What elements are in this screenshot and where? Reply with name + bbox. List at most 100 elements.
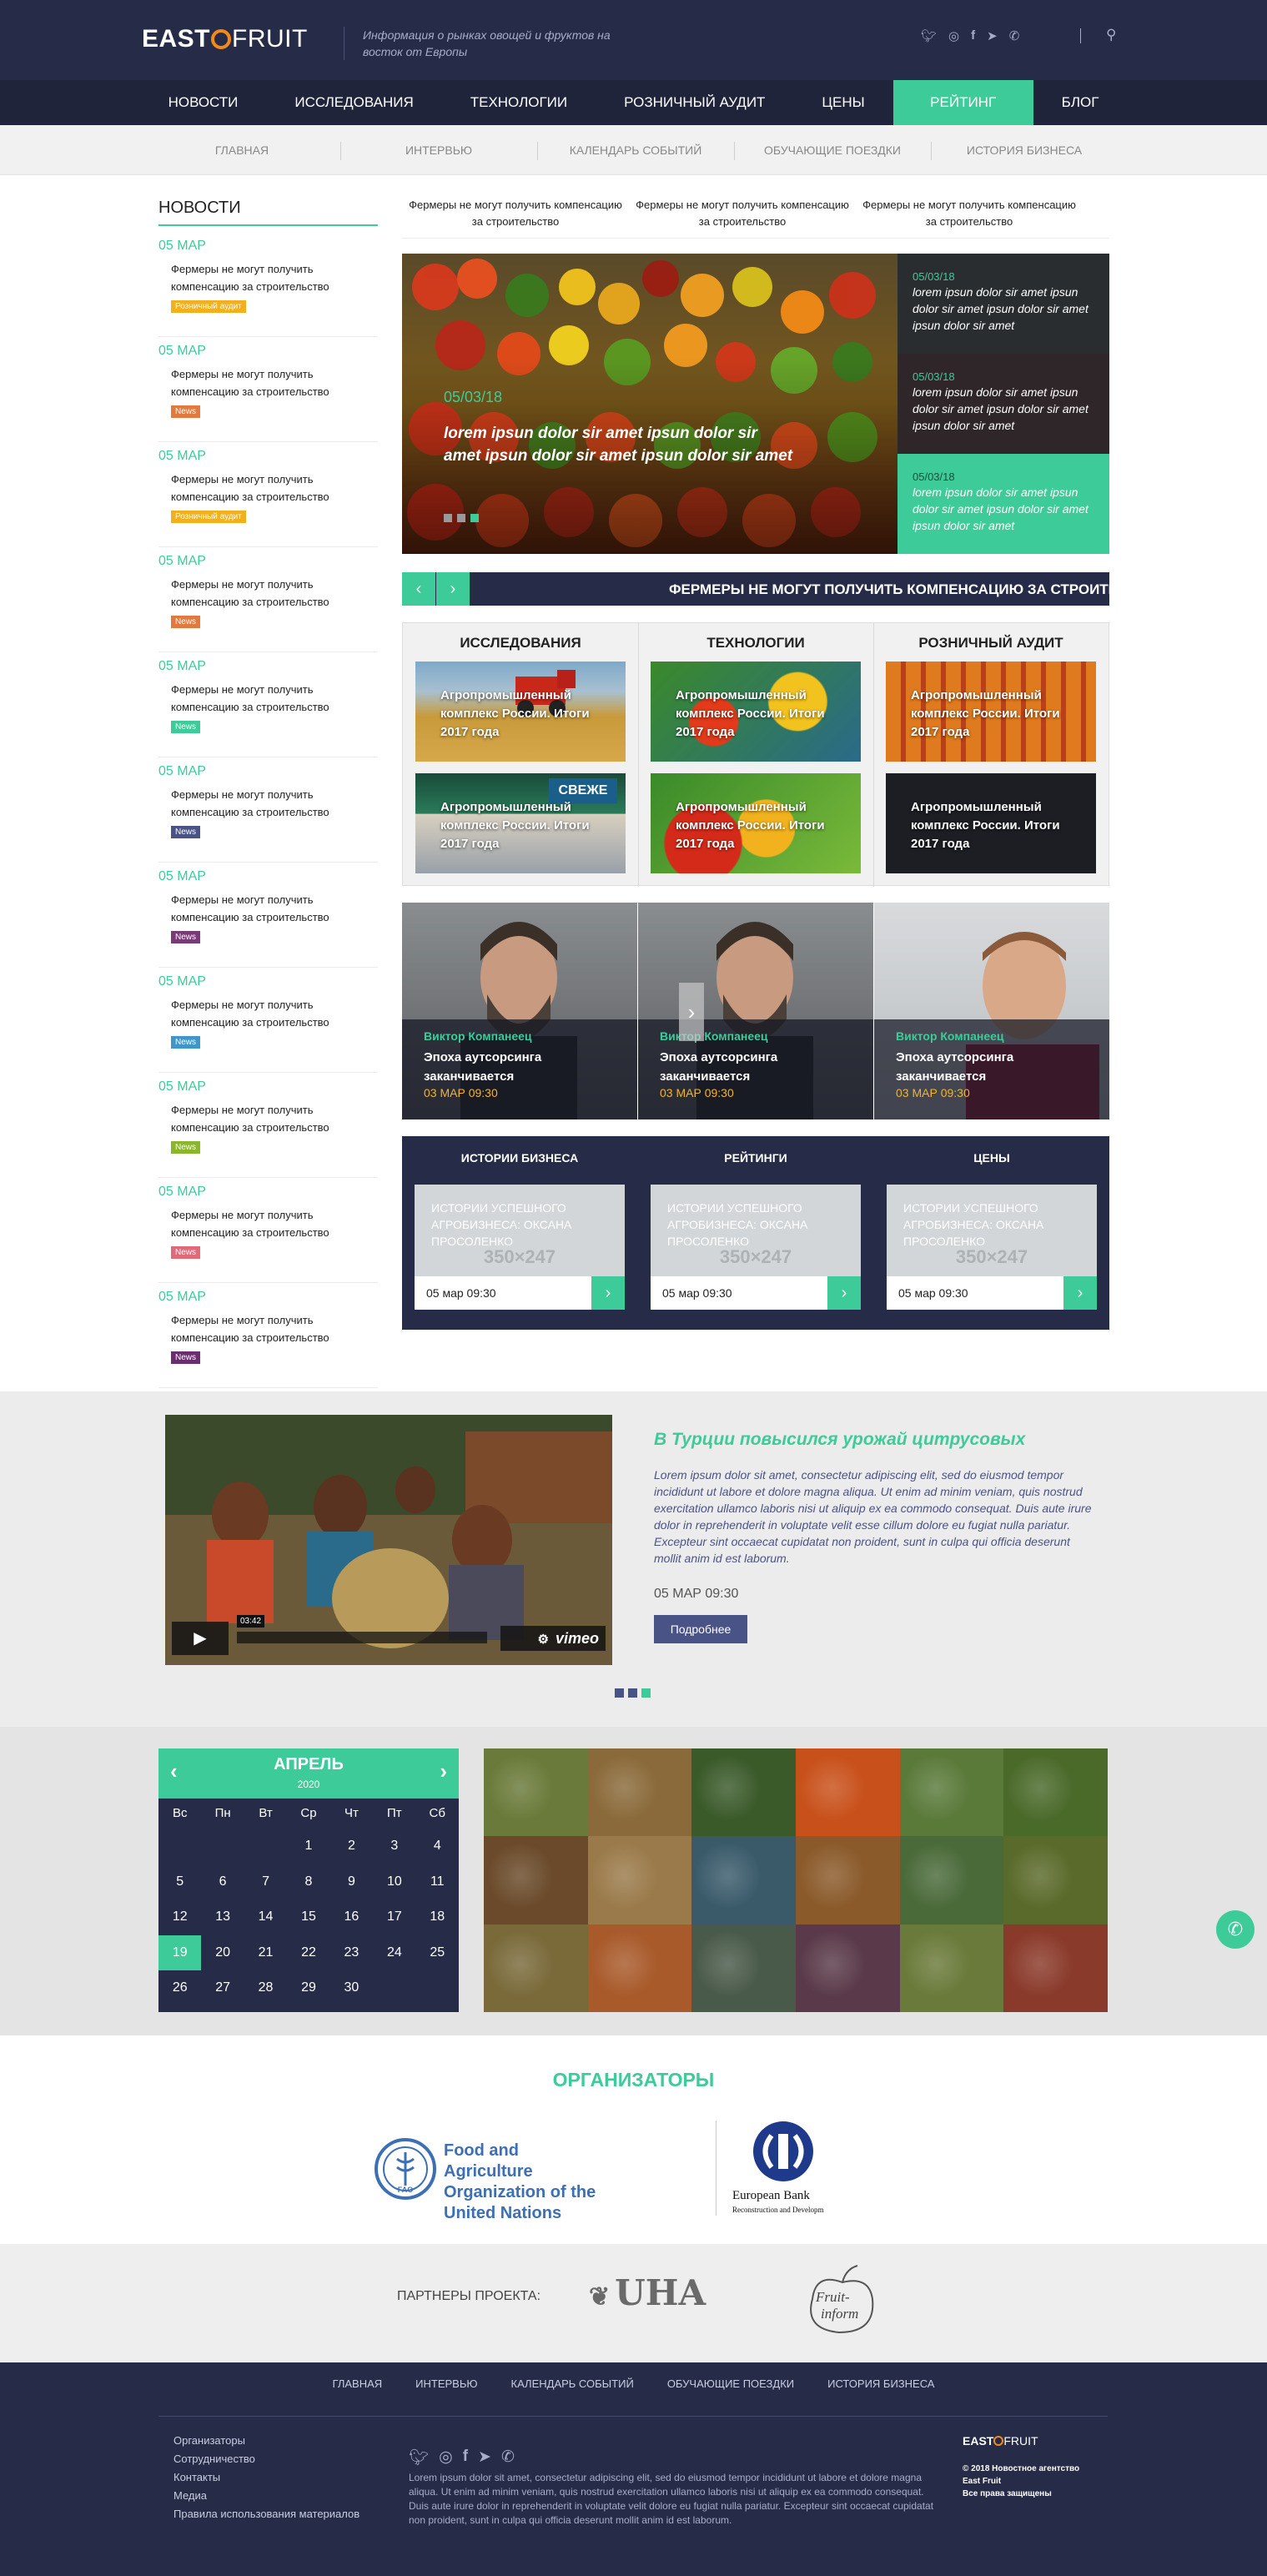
category-tile[interactable]: Агропромышленный комплекс России. Итоги … [651, 773, 861, 873]
news-category-badge[interactable]: News [171, 826, 201, 838]
news-category-badge[interactable]: News [171, 405, 201, 418]
featured-dot[interactable] [615, 1688, 624, 1698]
calendar-day[interactable]: 9 [330, 1864, 373, 1900]
footer-link-organizers[interactable]: Организаторы [173, 2434, 245, 2447]
featured-title[interactable]: В Турции повысился урожай цитрусовых [654, 1430, 1025, 1450]
card-arrow-button[interactable]: › [1063, 1276, 1097, 1310]
interview-title[interactable]: Эпоха аутсорсинга заканчивается [660, 1048, 860, 1086]
interview-next-arrow[interactable]: › [679, 983, 704, 1041]
card-arrow-button[interactable]: › [591, 1276, 625, 1310]
mosaic-photo[interactable] [899, 1748, 1004, 1837]
interview-name[interactable]: Виктор Компанеец [660, 1029, 768, 1043]
calendar-day[interactable]: 7 [244, 1864, 287, 1900]
facebook-icon[interactable]: f [971, 28, 975, 43]
mosaic-photo[interactable] [587, 1748, 692, 1837]
category-tile[interactable]: СВЕЖЕ Агропромышленный комплекс России. И… [415, 773, 626, 873]
fao-logo[interactable]: FAO Food and Agriculture Organization of… [374, 2136, 607, 2222]
calendar-day[interactable]: 24 [373, 1935, 415, 1971]
interview-title[interactable]: Эпоха аутсорсинга заканчивается [896, 1048, 1096, 1086]
business-stories-title[interactable]: ИСТОРИИ БИЗНЕСА [402, 1151, 637, 1165]
calendar-day[interactable]: 15 [287, 1899, 329, 1935]
mosaic-photo[interactable] [691, 1836, 796, 1924]
mosaic-photo[interactable] [691, 1924, 796, 2012]
slide-preview[interactable]: 05/03/18 lorem ipsun dolor sir amet ipsun… [897, 354, 1109, 454]
calendar-day[interactable]: 29 [287, 1970, 329, 2006]
category-tile[interactable]: Агропромышленный комплекс России. Итоги … [886, 662, 1096, 762]
calendar-day[interactable]: 27 [201, 1970, 244, 2006]
ticker-item[interactable]: Фермеры не могут получить компенсацию за… [629, 194, 856, 238]
news-item[interactable]: 05 МАР Фермеры не могут получить компенса… [158, 442, 378, 547]
news-item[interactable]: 05 МАР Фермеры не могут получить компенса… [158, 863, 378, 968]
news-item[interactable]: 05 МАР Фермеры не могут получить компенса… [158, 652, 378, 757]
calendar-day[interactable]: 22 [287, 1935, 329, 1971]
chevron-left-icon[interactable]: ‹ [170, 1758, 178, 1784]
mosaic-photo[interactable] [1003, 1836, 1108, 1924]
news-category-badge[interactable]: Розничный аудит [171, 511, 246, 523]
subnav-home[interactable]: ГЛАВНАЯ [143, 143, 340, 157]
instagram-icon[interactable]: ◎ [948, 28, 959, 43]
mosaic-photo[interactable] [484, 1836, 588, 1924]
news-category-badge[interactable]: News [171, 931, 201, 943]
slide-title[interactable]: lorem ipsun dolor sir amet ipsun dolor s… [444, 422, 794, 467]
uha-logo[interactable]: ❦ UHA [589, 2272, 706, 2313]
news-item[interactable]: 05 МАР Фермеры не могут получить компенса… [158, 1073, 378, 1178]
nav-news[interactable]: НОВОСТИ [140, 80, 267, 125]
telegram-icon[interactable]: ➤ [987, 28, 998, 43]
calendar-day[interactable]: 4 [416, 1829, 459, 1864]
twitter-icon[interactable]: 🐦︎ [921, 28, 937, 43]
news-title[interactable]: Фермеры не могут получить компенсацию за… [171, 786, 367, 821]
news-item[interactable]: 05 МАР Фермеры не могут получить компенса… [158, 1283, 378, 1388]
main-slider[interactable]: 05/03/18 lorem ipsun dolor sir amet ipsu… [402, 254, 1109, 554]
business-card[interactable]: ИСТОРИИ УСПЕШНОГО АГРОБИЗНЕСА: ОКСАНА ПР… [887, 1185, 1097, 1310]
calendar-day[interactable]: 21 [244, 1935, 287, 1971]
calendar-day[interactable]: 28 [244, 1970, 287, 2006]
footer-nav-interview[interactable]: ИНТЕРВЬЮ [415, 2377, 477, 2390]
ticker-item[interactable]: Фермеры не могут получить компенсацию за… [856, 194, 1083, 238]
site-logo[interactable]: EAST FRUIT [142, 25, 308, 53]
video-player[interactable]: ▶ 03:42 ⚙ vimeo [165, 1415, 612, 1665]
calendar-day[interactable]: 18 [416, 1899, 459, 1935]
telegram-icon[interactable]: ➤ [478, 2448, 491, 2468]
news-category-badge[interactable]: News [171, 721, 201, 733]
instagram-icon[interactable]: ◎ [439, 2448, 453, 2468]
calendar-day[interactable]: 1 [287, 1829, 329, 1864]
news-category-badge[interactable]: News [171, 616, 201, 628]
business-card[interactable]: ИСТОРИИ УСПЕШНОГО АГРОБИЗНЕСА: ОКСАНА ПР… [651, 1185, 861, 1310]
news-category-badge[interactable]: News [171, 1351, 201, 1364]
marquee-text[interactable]: ФЕРМЕРЫ НЕ МОГУТ ПОЛУЧИТЬ КОМПЕНСАЦИЮ ЗА… [669, 581, 1109, 598]
read-more-button[interactable]: Подробнее [654, 1615, 747, 1643]
featured-dot-active[interactable] [641, 1688, 651, 1698]
category-retail-title[interactable]: РОЗНИЧНЫЙ АУДИТ [873, 635, 1109, 652]
chevron-right-icon[interactable]: › [440, 1758, 447, 1784]
news-item[interactable]: 05 МАР Фермеры не могут получить компенса… [158, 968, 378, 1073]
ticker-item[interactable]: Фермеры не могут получить компенсацию за… [402, 194, 629, 238]
calendar-day[interactable]: 11 [416, 1864, 459, 1900]
calendar-day[interactable]: 3 [373, 1829, 415, 1864]
prices-title[interactable]: ЦЕНЫ [874, 1151, 1109, 1165]
search-icon[interactable]: ⚲ [1106, 27, 1116, 43]
interview-card[interactable]: Виктор Компанеец Эпоха аутсорсинга закан… [874, 903, 1109, 1119]
calendar-day[interactable]: 17 [373, 1899, 415, 1935]
footer-link-media[interactable]: Медиа [173, 2489, 207, 2502]
slide-preview[interactable]: 05/03/18 lorem ipsun dolor sir amet ipsun… [897, 254, 1109, 354]
news-title[interactable]: Фермеры не могут получить компенсацию за… [171, 1101, 367, 1136]
play-icon[interactable]: ▶ [172, 1622, 229, 1655]
video-progress-bar[interactable] [237, 1632, 487, 1643]
mosaic-photo[interactable] [795, 1748, 900, 1837]
mosaic-photo[interactable] [1003, 1924, 1108, 2012]
mosaic-photo[interactable] [795, 1924, 900, 2012]
nav-retail-audit[interactable]: РОЗНИЧНЫЙ АУДИТ [596, 80, 793, 125]
mosaic-photo[interactable] [899, 1924, 1004, 2012]
interview-card[interactable]: Виктор Компанеец Эпоха аутсорсинга закан… [638, 903, 873, 1119]
facebook-icon[interactable]: f [463, 2448, 468, 2468]
slider-dot[interactable] [444, 514, 452, 522]
news-category-badge[interactable]: News [171, 1141, 201, 1154]
news-title[interactable]: Фермеры не могут получить компенсацию за… [171, 1206, 367, 1241]
footer-link-contacts[interactable]: Контакты [173, 2471, 220, 2483]
footer-nav-events[interactable]: КАЛЕНДАРЬ СОБЫТИЙ [511, 2377, 634, 2390]
footer-nav-business[interactable]: ИСТОРИЯ БИЗНЕСА [827, 2377, 934, 2390]
mosaic-photo[interactable] [1003, 1748, 1108, 1837]
news-title[interactable]: Фермеры не могут получить компенсацию за… [171, 1311, 367, 1346]
fruit-inform-logo[interactable]: Fruit- inform [796, 2262, 887, 2337]
mosaic-photo[interactable] [484, 1924, 588, 2012]
